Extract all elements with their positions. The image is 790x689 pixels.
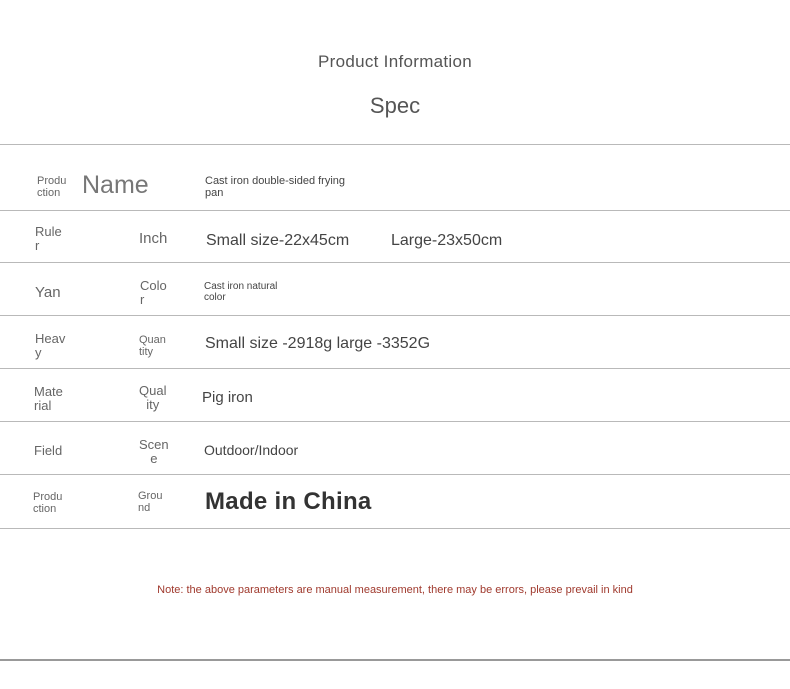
row-value: Cast iron double-sided frying pan — [205, 175, 346, 200]
row-label: Mate rial — [34, 384, 63, 414]
table-divider — [0, 421, 790, 422]
section-subtitle: Spec — [369, 93, 421, 118]
row-label: Produ ction — [33, 491, 63, 516]
row-value: Outdoor/Indoor — [204, 442, 299, 458]
row-label: Yan — [35, 284, 61, 301]
row-key: Name — [82, 171, 149, 199]
row-value-secondary: Large-23x50cm — [391, 232, 503, 249]
table-divider — [0, 210, 790, 211]
table-divider — [0, 528, 790, 529]
bottom-divider — [0, 659, 790, 661]
row-key: Scen e — [139, 437, 169, 467]
row-key: Quan tity — [139, 334, 166, 359]
disclaimer-note: Note: the above parameters are manual me… — [157, 584, 633, 596]
table-divider — [0, 262, 790, 263]
row-value: Small size -2918g large -3352G — [205, 335, 431, 352]
row-label: Heav y — [35, 331, 66, 361]
row-value: Cast iron natural color — [204, 281, 278, 303]
section-title: Product Information — [317, 52, 473, 71]
row-key: Qual ity — [139, 383, 167, 413]
table-divider — [0, 474, 790, 475]
row-label: Produ ction — [37, 175, 67, 200]
row-value: Made in China — [205, 488, 372, 515]
table-divider — [0, 368, 790, 369]
row-key: Grou nd — [138, 490, 163, 515]
table-divider — [0, 315, 790, 316]
row-key: Colo r — [140, 278, 167, 308]
row-label: Field — [34, 443, 63, 458]
row-value: Small size-22x45cm — [206, 232, 350, 249]
table-divider — [0, 144, 790, 145]
row-key: Inch — [139, 230, 168, 247]
row-value: Pig iron — [202, 389, 253, 406]
row-label: Rule r — [35, 224, 62, 254]
